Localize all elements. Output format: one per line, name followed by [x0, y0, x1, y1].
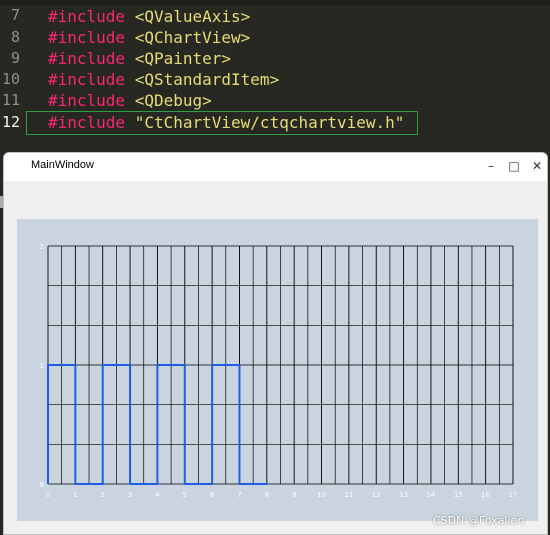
code-line[interactable]: #include <QValueAxis> [48, 7, 250, 26]
include-keyword: #include [48, 91, 126, 110]
x-tick-label: 17 [509, 491, 518, 499]
x-tick-label: 5 [183, 491, 187, 499]
data-point [101, 364, 104, 366]
y-tick-label: 1 [40, 362, 44, 370]
x-tick-label: 9 [292, 491, 296, 499]
data-series-line [47, 364, 267, 485]
x-tick-label: 4 [155, 491, 160, 499]
highlight-box [26, 111, 418, 135]
x-tick-label: 11 [344, 491, 353, 499]
include-keyword: #include [48, 7, 126, 26]
watermark: CSDN @Foxalien [433, 514, 525, 527]
code-line[interactable]: #include <QDebug> [48, 91, 212, 110]
minimize-button[interactable]: – [481, 157, 501, 175]
include-keyword: #include [48, 49, 126, 68]
x-tick-label: 14 [426, 491, 435, 499]
data-point [211, 364, 213, 366]
y-tick-label: 0 [40, 481, 44, 489]
include-path: <QPainter> [134, 49, 232, 68]
data-point [47, 364, 49, 366]
main-window: MainWindow – □ ✕ 0 1 2 3 4 5 6 7 8 9 10 11 12 13 14 15 1… [3, 152, 548, 535]
x-tick-label: 7 [237, 491, 241, 499]
x-tick-label: 10 [317, 491, 326, 499]
data-point [129, 483, 131, 485]
maximize-button[interactable]: □ [504, 157, 524, 175]
line-number: 10 [1, 70, 20, 88]
x-tick-label: 13 [399, 491, 408, 499]
include-path: <QChartView> [134, 28, 251, 47]
include-keyword: #include [48, 70, 126, 89]
y-tick-label: 2 [40, 243, 44, 251]
line-number: 11 [1, 91, 20, 109]
data-point [266, 483, 268, 485]
data-point [183, 483, 186, 485]
include-path: <QStandardItem> [134, 70, 280, 89]
data-point [74, 483, 77, 485]
line-number: 7 [10, 6, 20, 24]
include-keyword: #include [48, 28, 126, 47]
x-tick-label: 6 [210, 491, 215, 499]
window-title: MainWindow [31, 159, 94, 171]
line-number-current: 12 [1, 113, 20, 131]
editor-tab-strip[interactable] [0, 0, 550, 5]
line-number: 8 [10, 28, 20, 46]
x-tick-label: 8 [265, 491, 269, 499]
x-tick-label: 12 [372, 491, 381, 499]
chart-plot: 0 1 2 3 4 5 6 7 8 9 10 11 12 13 14 15 16 17012 [40, 243, 518, 499]
code-line[interactable]: #include <QPainter> [48, 49, 231, 68]
x-tick-label: 0 [46, 491, 50, 499]
line-number: 9 [10, 49, 20, 67]
data-point [156, 364, 159, 366]
code-line[interactable]: #include <QStandardItem> [48, 70, 279, 89]
code-line[interactable]: #include <QChartView> [48, 28, 250, 47]
chart-view[interactable]: 0 1 2 3 4 5 6 7 8 9 10 11 12 13 14 15 16 17 0 1 2 [17, 219, 538, 521]
x-tick-label: 3 [128, 491, 132, 499]
include-path: <QDebug> [134, 91, 212, 110]
include-path: <QValueAxis> [134, 7, 251, 26]
data-point [238, 483, 241, 485]
x-tick-label: 2 [100, 491, 104, 499]
x-tick-label: 1 [73, 491, 77, 499]
code-editor: 7 #include <QValueAxis> 8 #include <QCha… [0, 0, 550, 150]
x-tick-label: 15 [454, 491, 463, 499]
close-button[interactable]: ✕ [527, 157, 547, 175]
title-bar[interactable]: MainWindow – □ ✕ [4, 153, 547, 181]
x-tick-label: 16 [481, 491, 490, 499]
